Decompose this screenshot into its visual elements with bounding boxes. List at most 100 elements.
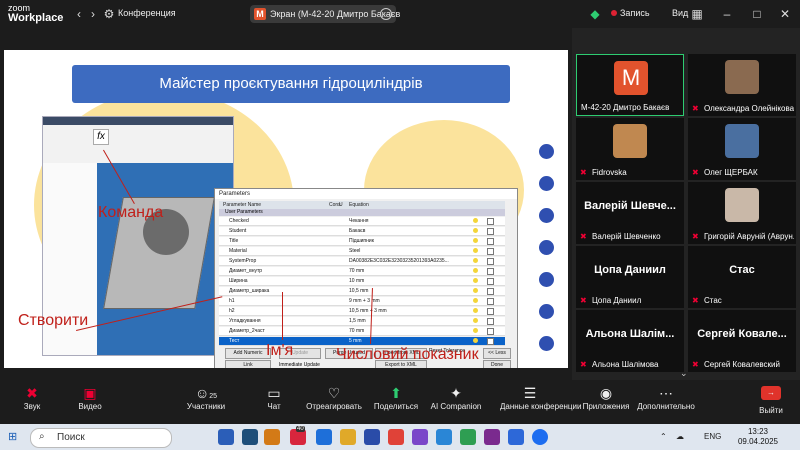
table-row[interactable]: Student Бакаєв bbox=[219, 227, 505, 236]
tray-chevron-icon[interactable]: ⌃ bbox=[660, 432, 667, 441]
chrome-app-icon[interactable] bbox=[388, 429, 404, 445]
chevron-down-icon[interactable]: ⌄ bbox=[680, 368, 688, 379]
participant-tile[interactable]: Альона Шалім... ✖ Альона Шалімова bbox=[576, 310, 684, 372]
participant-tile[interactable]: ✖ Олександра Олейнікова bbox=[688, 54, 796, 116]
param-equation[interactable]: Чекання bbox=[349, 218, 368, 224]
close-icon[interactable]: ✕ bbox=[778, 7, 792, 21]
app-icon[interactable] bbox=[460, 429, 476, 445]
link-button[interactable]: Link bbox=[225, 360, 271, 368]
chevron-left-icon[interactable]: ‹ bbox=[72, 7, 86, 21]
participant-tile[interactable]: Сергей Ковале... ✖ Сергей Ковалевский bbox=[688, 310, 796, 372]
done-button[interactable]: Done bbox=[483, 360, 511, 368]
app-icon[interactable] bbox=[484, 429, 500, 445]
export-checkbox[interactable] bbox=[487, 288, 494, 295]
explorer-app-icon[interactable] bbox=[340, 429, 356, 445]
viber-app-icon[interactable] bbox=[412, 429, 428, 445]
participant-tile[interactable]: М М-42-20 Дмитро Бакаєв bbox=[576, 54, 684, 116]
export-checkbox[interactable] bbox=[487, 228, 494, 235]
app-icon[interactable] bbox=[242, 429, 258, 445]
grid-icon[interactable]: ▦ bbox=[690, 7, 704, 21]
chevron-right-icon[interactable]: › bbox=[86, 7, 100, 21]
meeting-data-button[interactable]: ☰ Данные конференции bbox=[500, 384, 581, 411]
table-row[interactable]: Ширина 10 mm bbox=[219, 277, 505, 286]
less-button[interactable]: << Less bbox=[483, 348, 511, 359]
apps-button[interactable]: ◉ Приложения bbox=[576, 384, 636, 411]
param-equation[interactable]: Бакаєв bbox=[349, 228, 365, 234]
param-equation[interactable]: 1,5 mm bbox=[349, 318, 366, 324]
participants-button[interactable]: ☺25 Участники bbox=[176, 384, 236, 411]
export-checkbox[interactable] bbox=[487, 278, 494, 285]
participant-tile[interactable]: Цопа Даниил ✖ Цопа Даниил bbox=[576, 246, 684, 308]
windows-start-icon[interactable]: ⊞ bbox=[8, 431, 20, 443]
app-icon[interactable]: 40 bbox=[290, 426, 306, 445]
shield-icon[interactable]: ◆ bbox=[588, 7, 602, 21]
table-row[interactable]: Угладкування 1,5 mm bbox=[219, 317, 505, 326]
table-row[interactable]: h2 10,5 mm + 3 mm bbox=[219, 307, 505, 316]
language-indicator[interactable]: ENG bbox=[704, 432, 721, 441]
param-equation[interactable]: 70 mm bbox=[349, 268, 364, 274]
participant-tile[interactable]: Стас ✖ Стас bbox=[688, 246, 796, 308]
add-numeric-button[interactable]: Add Numeric bbox=[225, 348, 271, 359]
table-row[interactable]: Material Steel bbox=[219, 247, 505, 256]
immediate-update-checkbox[interactable]: Immediate Update bbox=[279, 362, 320, 368]
word-app-icon[interactable] bbox=[218, 429, 234, 445]
screen-share-pill[interactable]: М Экран (М-42-20 Дмитро Бакаєв … bbox=[250, 5, 400, 23]
ai-label: AI Companion bbox=[430, 402, 482, 411]
document-icon: ☰ bbox=[523, 385, 537, 401]
chat-button[interactable]: ▭ Чат bbox=[244, 384, 304, 411]
table-row[interactable]: h1 9 mm + 3 mm bbox=[219, 297, 505, 306]
restore-icon[interactable]: □ bbox=[750, 7, 764, 21]
leave-button[interactable]: → Выйти bbox=[756, 386, 786, 418]
participant-tile[interactable]: ✖ Олег ЩЕРБАК bbox=[688, 118, 796, 180]
react-button[interactable]: ♡ Отреагировать bbox=[304, 384, 364, 411]
export-checkbox[interactable] bbox=[487, 308, 494, 315]
table-row[interactable]: Диамет_внутр 70 mm bbox=[219, 267, 505, 276]
export-checkbox[interactable] bbox=[487, 338, 494, 345]
export-checkbox[interactable] bbox=[487, 328, 494, 335]
param-equation[interactable]: 70 mm bbox=[349, 328, 364, 334]
audio-button[interactable]: ✖ Звук bbox=[2, 384, 62, 411]
participant-tile[interactable]: ✖ Fidrovska bbox=[576, 118, 684, 180]
app-icon[interactable] bbox=[364, 429, 380, 445]
ai-companion-button[interactable]: ✦ AI Companion bbox=[426, 384, 486, 411]
minimize-icon[interactable]: – bbox=[720, 7, 734, 21]
search-input[interactable]: ⌕ Поиск bbox=[30, 428, 172, 448]
cloud-icon[interactable]: ☁ bbox=[676, 432, 684, 441]
table-row[interactable]: SystemProp DA00382E3C032E32303235201393A0… bbox=[219, 257, 505, 266]
gear-icon[interactable]: ⚙ bbox=[102, 7, 116, 21]
param-equation[interactable]: 5 mm bbox=[349, 338, 362, 344]
export-checkbox[interactable] bbox=[487, 218, 494, 225]
param-equation[interactable]: Steel bbox=[349, 248, 360, 254]
app-icon[interactable] bbox=[508, 429, 524, 445]
participant-tile[interactable]: Валерій Шевче... ✖ Валерій Шевченко bbox=[576, 182, 684, 244]
export-checkbox[interactable] bbox=[487, 298, 494, 305]
param-equation[interactable]: Підшипник bbox=[349, 238, 374, 244]
export-checkbox[interactable] bbox=[487, 258, 494, 265]
clock[interactable]: 13:23 09.04.2025 bbox=[730, 427, 786, 447]
more-icon[interactable]: … bbox=[380, 8, 392, 20]
table-row[interactable]: Title Підшипник bbox=[219, 237, 505, 246]
export-checkbox[interactable] bbox=[487, 248, 494, 255]
export-checkbox[interactable] bbox=[487, 238, 494, 245]
export-checkbox[interactable] bbox=[487, 268, 494, 275]
table-row[interactable]: Диаметр_ширака 10,5 mm bbox=[219, 287, 505, 296]
param-equation[interactable]: DA00382E3C032E32303235201393A0235... bbox=[349, 258, 449, 264]
param-equation[interactable]: 10,5 mm bbox=[349, 288, 368, 294]
record-button[interactable]: Запись bbox=[620, 8, 650, 18]
table-row[interactable]: Тест 5 mm bbox=[219, 337, 505, 346]
param-equation[interactable]: 10,5 mm + 3 mm bbox=[349, 308, 387, 314]
participant-tile[interactable]: ✖ Григорій Авруній (Аврун... bbox=[688, 182, 796, 244]
param-equation[interactable]: 10 mm bbox=[349, 278, 364, 284]
param-equation[interactable]: 9 mm + 3 mm bbox=[349, 298, 380, 304]
video-button[interactable]: ▣ Видео bbox=[60, 384, 120, 411]
table-row[interactable]: Checked Чекання bbox=[219, 217, 505, 226]
export-checkbox[interactable] bbox=[487, 318, 494, 325]
view-button[interactable]: Вид bbox=[672, 8, 688, 18]
zoom-app-icon[interactable] bbox=[532, 429, 548, 445]
matlab-app-icon[interactable] bbox=[264, 429, 280, 445]
telegram-app-icon[interactable] bbox=[436, 429, 452, 445]
share-button[interactable]: ⬆ Поделиться bbox=[366, 384, 426, 411]
edge-app-icon[interactable] bbox=[316, 429, 332, 445]
more-button[interactable]: ⋯ Дополнительно bbox=[636, 384, 696, 411]
table-row[interactable]: Диаметр_2част 70 mm bbox=[219, 327, 505, 336]
